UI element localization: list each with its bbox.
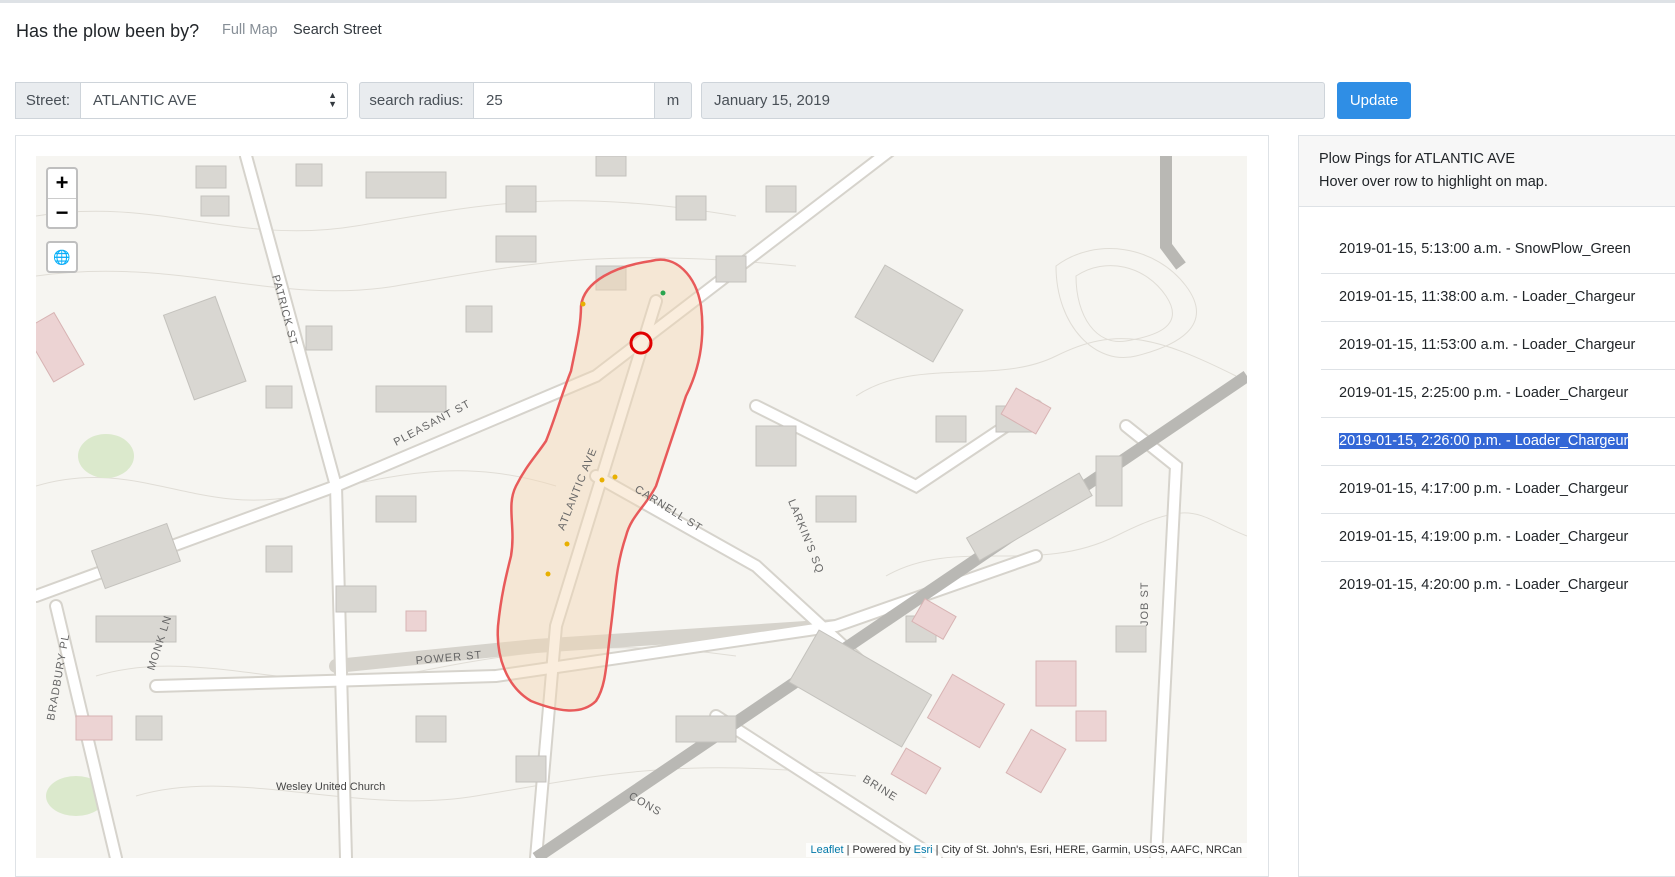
globe-icon: 🌐 xyxy=(53,249,71,265)
street-select[interactable]: ATLANTIC AVE ▲ ▼ xyxy=(80,82,348,119)
nav-search-street[interactable]: Search Street xyxy=(293,22,382,38)
update-button[interactable]: Update xyxy=(1337,82,1411,119)
attribution-powered: | Powered by xyxy=(843,844,914,856)
street-label: Street: xyxy=(15,82,81,119)
ping-text: 2019-01-15, 4:20:00 p.m. - Loader_Charge… xyxy=(1339,577,1629,593)
ping-text: 2019-01-15, 11:38:00 a.m. - Loader_Charg… xyxy=(1339,289,1636,305)
basemap-toggle-button[interactable]: 🌐 xyxy=(46,241,78,273)
zoom-control: + − xyxy=(46,167,78,229)
ping-text: 2019-01-15, 11:53:00 a.m. - Loader_Charg… xyxy=(1339,337,1636,353)
pings-panel: Plow Pings for ATLANTIC AVE Hover over r… xyxy=(1298,135,1675,877)
map-attribution: Leaflet | Powered by Esri | City of St. … xyxy=(805,843,1247,857)
street-label-job: JOB ST xyxy=(1139,581,1151,626)
attribution-sources: | City of St. John's, Esri, HERE, Garmin… xyxy=(932,844,1242,856)
zoom-out-button[interactable]: − xyxy=(48,199,76,228)
ping-row[interactable]: 2019-01-15, 11:38:00 a.m. - Loader_Charg… xyxy=(1321,274,1675,322)
ping-text: 2019-01-15, 5:13:00 a.m. - SnowPlow_Gree… xyxy=(1339,241,1631,257)
radius-label: search radius: xyxy=(359,82,474,119)
ping-text: 2019-01-15, 4:17:00 p.m. - Loader_Charge… xyxy=(1339,481,1629,497)
ping-row[interactable]: 2019-01-15, 4:20:00 p.m. - Loader_Charge… xyxy=(1321,562,1675,610)
ping-row[interactable]: 2019-01-15, 11:53:00 a.m. - Loader_Charg… xyxy=(1321,322,1675,370)
pings-panel-subtitle: Hover over row to highlight on map. xyxy=(1319,174,1548,190)
basemap: PLEASANT ST ATLANTIC AVE CARNELL ST POWE… xyxy=(36,156,1247,858)
esri-link[interactable]: Esri xyxy=(914,844,933,856)
pings-panel-title: Plow Pings for ATLANTIC AVE xyxy=(1319,151,1516,167)
street-select-value: ATLANTIC AVE xyxy=(93,92,197,109)
ping-row-selected[interactable]: 2019-01-15, 2:26:00 p.m. - Loader_Charge… xyxy=(1321,418,1675,466)
radius-unit: m xyxy=(654,82,692,119)
ping-row[interactable]: 2019-01-15, 4:17:00 p.m. - Loader_Charge… xyxy=(1321,466,1675,514)
map[interactable]: PLEASANT ST ATLANTIC AVE CARNELL ST POWE… xyxy=(36,156,1247,858)
ping-text: 2019-01-15, 2:26:00 p.m. - Loader_Charge… xyxy=(1339,433,1629,449)
select-arrows-icon: ▲ ▼ xyxy=(328,90,337,109)
ping-row[interactable]: 2019-01-15, 5:13:00 a.m. - SnowPlow_Gree… xyxy=(1321,226,1675,274)
zoom-in-button[interactable]: + xyxy=(48,169,76,199)
pings-panel-header: Plow Pings for ATLANTIC AVE Hover over r… xyxy=(1299,136,1675,207)
church-label: Wesley United Church xyxy=(276,781,385,793)
ping-row[interactable]: 2019-01-15, 2:25:00 p.m. - Loader_Charge… xyxy=(1321,370,1675,418)
ping-text: 2019-01-15, 4:19:00 p.m. - Loader_Charge… xyxy=(1339,529,1629,545)
ping-row[interactable]: 2019-01-15, 4:19:00 p.m. - Loader_Charge… xyxy=(1321,514,1675,562)
nav-full-map[interactable]: Full Map xyxy=(222,22,278,38)
app-brand[interactable]: Has the plow been by? xyxy=(16,21,199,42)
radius-input[interactable]: 25 xyxy=(473,82,655,119)
date-input[interactable]: January 15, 2019 xyxy=(701,82,1325,119)
navbar: Has the plow been by? Full Map Search St… xyxy=(0,3,1675,53)
leaflet-link[interactable]: Leaflet xyxy=(811,844,844,856)
ping-list: 2019-01-15, 5:13:00 a.m. - SnowPlow_Gree… xyxy=(1321,226,1675,610)
ping-text: 2019-01-15, 2:25:00 p.m. - Loader_Charge… xyxy=(1339,385,1629,401)
